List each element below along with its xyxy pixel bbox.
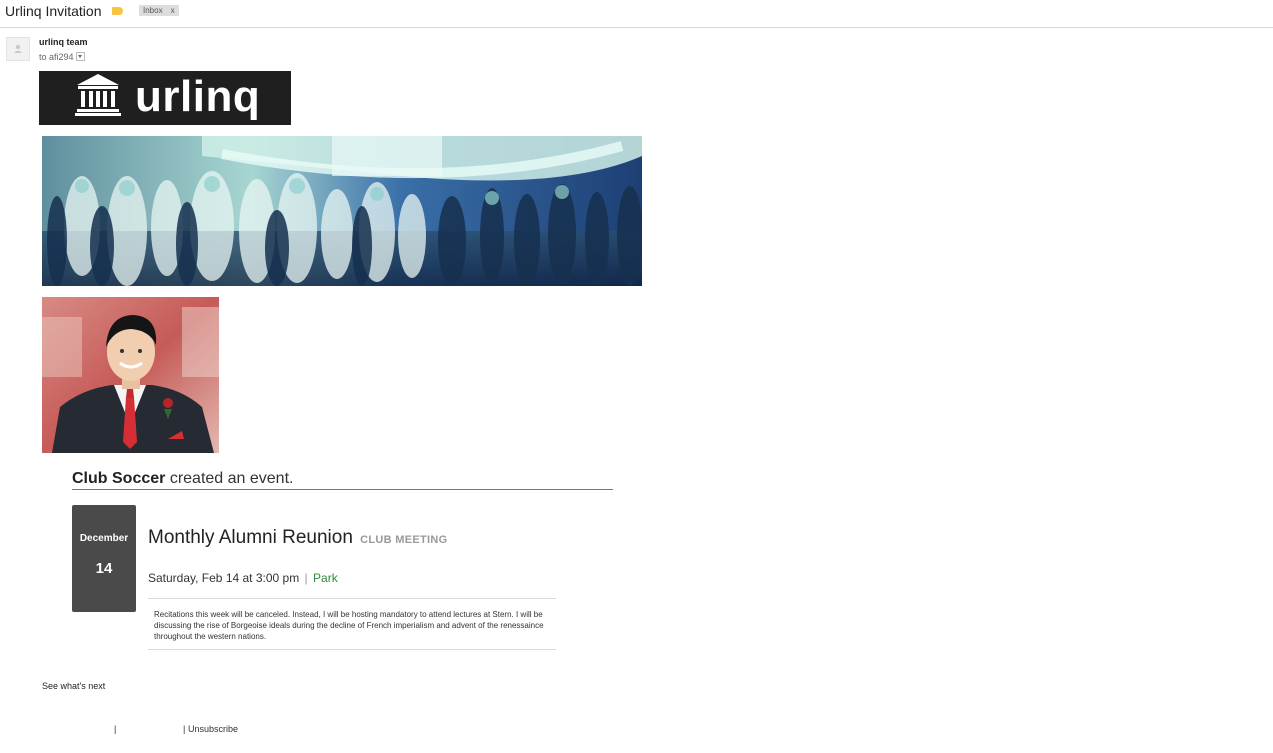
event-separator: | <box>304 571 308 585</box>
show-details-dropdown[interactable] <box>75 52 85 62</box>
event-description-box: Recitations this week will be canceled. … <box>148 598 556 650</box>
event-datetime-line: Saturday, Feb 14 at 3:00 pm | Park <box>148 571 338 585</box>
event-date-badge: December 14 <box>72 505 136 612</box>
unsubscribe-link[interactable]: Unsubscribe <box>188 724 238 734</box>
event-title-line: Monthly Alumni Reunion CLUB MEETING <box>148 527 448 549</box>
logo-wordmark: urlinq <box>135 72 261 121</box>
event-location-link[interactable]: Park <box>313 571 338 585</box>
event-creator-headline: Club Soccer created an event. <box>72 470 613 490</box>
inbox-label-chip[interactable]: Inbox x <box>139 5 179 16</box>
remove-label-button[interactable]: x <box>171 6 175 15</box>
footer-separator: | <box>114 724 117 734</box>
person-icon <box>14 44 22 53</box>
subject-bar: Urlinq Invitation Inbox x <box>0 0 1273 28</box>
event-title[interactable]: Monthly Alumni Reunion <box>148 527 353 548</box>
event-type-tag: CLUB MEETING <box>360 534 448 546</box>
creator-action: created an event. <box>169 470 294 487</box>
creator-name[interactable]: Club Soccer <box>72 470 165 487</box>
inbox-label-text: Inbox <box>143 6 163 15</box>
event-month: December <box>79 533 129 544</box>
sender-avatar <box>6 37 30 61</box>
recipient-line: to afi294 <box>39 52 85 62</box>
recipient-name: afi294 <box>49 52 74 62</box>
event-day: 14 <box>95 560 113 577</box>
event-datetime: Saturday, Feb 14 at 3:00 pm <box>148 571 300 585</box>
footer-separator: | <box>183 724 186 734</box>
institution-building-icon <box>75 74 121 116</box>
organizer-portrait-image <box>42 297 219 453</box>
label-tag-icon[interactable] <box>112 7 123 15</box>
event-crowd-banner-image <box>42 136 642 286</box>
see-whats-next-link[interactable]: See what's next <box>42 681 105 691</box>
sender-name: urlinq team <box>39 37 88 47</box>
event-description: Recitations this week will be canceled. … <box>154 610 544 641</box>
recipient-prefix: to <box>39 52 47 62</box>
urlinq-logo: urlinq <box>39 71 291 125</box>
email-subject: Urlinq Invitation <box>5 3 102 19</box>
